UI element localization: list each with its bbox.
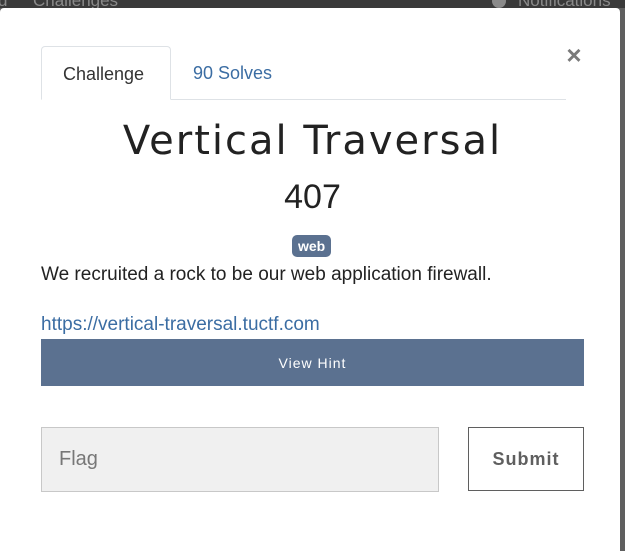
backdrop-nav-notifications: Notifications	[518, 0, 611, 8]
backdrop-nav-challenges: Challenges	[33, 0, 118, 8]
submit-button[interactable]: Submit	[468, 427, 584, 491]
modal-tabs: Challenge 90 Solves	[41, 46, 566, 100]
challenge-title: Vertical Traversal	[122, 118, 503, 164]
tab-solves[interactable]: 90 Solves	[172, 46, 293, 99]
challenge-link[interactable]: https://vertical-traversal.tuctf.com	[41, 314, 320, 336]
overlay-edge	[620, 8, 625, 551]
view-hint-button[interactable]: View Hint	[41, 339, 584, 386]
tab-challenge[interactable]: Challenge	[41, 46, 171, 100]
challenge-points: 407	[284, 178, 341, 216]
close-icon[interactable]: ×	[563, 42, 585, 68]
backdrop-navbar: d Challenges Notifications	[0, 0, 625, 8]
flag-input[interactable]	[41, 427, 439, 492]
challenge-description: We recruited a rock to be our web applic…	[41, 264, 492, 285]
backdrop-nav-item-cut: d	[0, 0, 7, 8]
bell-icon	[492, 0, 506, 8]
category-tag: web	[292, 235, 332, 257]
